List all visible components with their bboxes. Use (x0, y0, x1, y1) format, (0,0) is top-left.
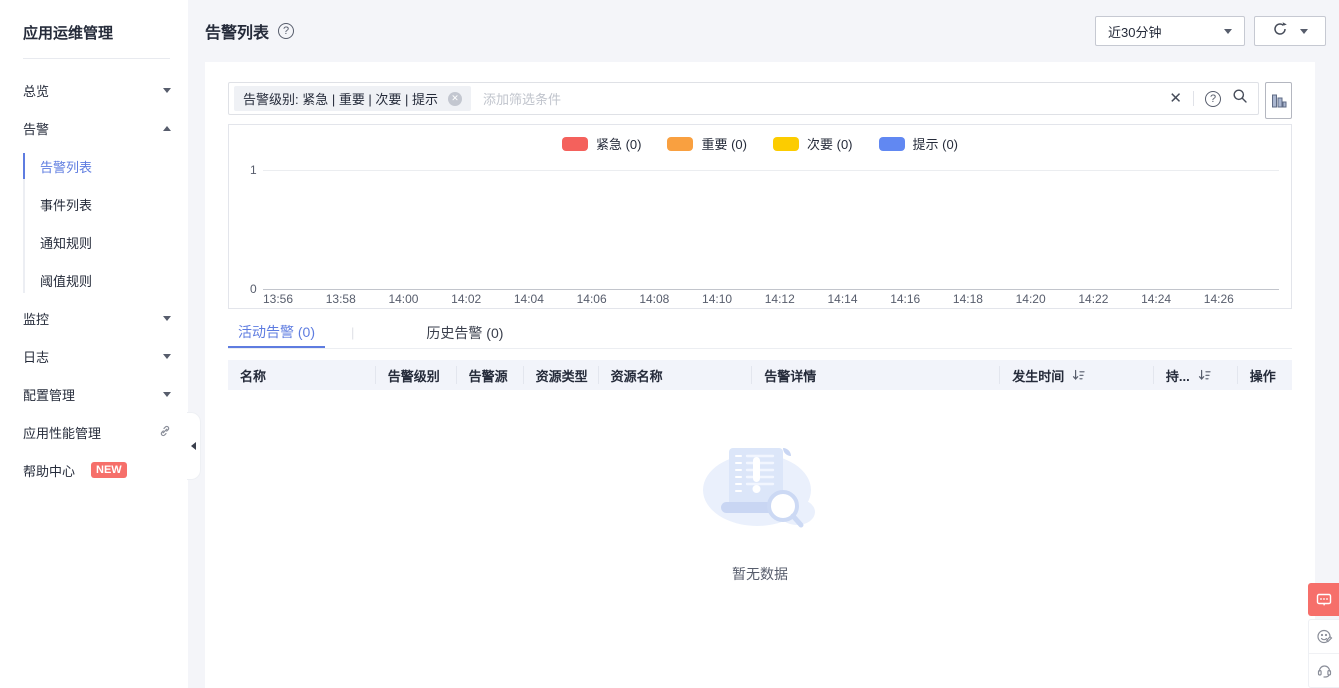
y-axis-tick-0: 0 (250, 282, 257, 296)
empty-state-text: 暂无数据 (732, 564, 788, 584)
main-header: 告警列表 ? 近30分钟 (205, 0, 1326, 62)
chevron-down-icon (163, 88, 171, 93)
legend-item-minor[interactable]: 次要 (0) (773, 134, 853, 153)
survey-button[interactable] (1309, 620, 1339, 653)
clear-filters-icon[interactable]: ✕ (1169, 91, 1182, 106)
alarm-trend-chart: 紧急 (0) 重要 (0) 次要 (0) 提示 (0) 1 0 1 (228, 124, 1292, 309)
sidebar-item-event-list[interactable]: 事件列表 (0, 185, 188, 223)
alarm-tabs: 活动告警 (0) | 历史告警 (0) (228, 317, 1292, 349)
help-question-icon[interactable]: ? (278, 23, 294, 39)
content-card: 告警级别: 紧急 | 重要 | 次要 | 提示 ✕ 添加筛选条件 ✕ ? (205, 62, 1315, 688)
filter-help-icon[interactable]: ? (1205, 91, 1221, 107)
sidebar-title: 应用运维管理 (0, 0, 188, 43)
sidebar-item-monitor[interactable]: 监控 (0, 299, 188, 337)
filter-placeholder: 添加筛选条件 (483, 89, 1157, 108)
sidebar-divider (23, 58, 170, 59)
chat-bubble-icon (1316, 592, 1332, 608)
legend-swatch-info (879, 137, 905, 151)
refresh-options-caret[interactable] (1300, 29, 1308, 34)
no-data-illustration (699, 430, 821, 538)
filter-search-input[interactable]: 告警级别: 紧急 | 重要 | 次要 | 提示 ✕ 添加筛选条件 ✕ ? (228, 82, 1259, 115)
support-button[interactable] (1309, 653, 1339, 687)
chevron-down-icon (163, 392, 171, 397)
app-root: 应用运维管理 总览 告警 告警列表 事件列表 通知规则 阈值规则 (0, 0, 1339, 688)
external-link-icon (159, 425, 171, 440)
sidebar-collapse-handle[interactable] (187, 412, 201, 480)
col-source: 告警源 (457, 360, 524, 390)
page-title: 告警列表 (205, 19, 269, 43)
sidebar-item-threshold-rules[interactable]: 阈值规则 (0, 261, 188, 299)
page-title-wrap: 告警列表 ? (205, 19, 294, 43)
sidebar-item-help[interactable]: 帮助中心 NEW (0, 451, 188, 489)
time-range-value: 近30分钟 (1108, 22, 1161, 41)
headset-icon (1316, 662, 1333, 679)
filter-chip-severity[interactable]: 告警级别: 紧急 | 重要 | 次要 | 提示 ✕ (234, 86, 471, 111)
floating-panel (1308, 619, 1339, 688)
header-controls: 近30分钟 (1095, 16, 1326, 46)
sort-icon[interactable] (1072, 369, 1085, 382)
sort-icon[interactable] (1198, 369, 1211, 382)
legend-swatch-minor (773, 137, 799, 151)
legend-swatch-major (667, 137, 693, 151)
col-details: 告警详情 (752, 360, 1000, 390)
sidebar-item-logs[interactable]: 日志 (0, 337, 188, 375)
feedback-button[interactable] (1308, 583, 1339, 616)
legend-item-major[interactable]: 重要 (0) (667, 134, 747, 153)
tab-separator: | (351, 325, 354, 340)
refresh-icon (1272, 21, 1288, 42)
floating-sidebar (1308, 583, 1339, 688)
smiley-icon (1316, 628, 1333, 645)
y-axis-tick-1: 1 (250, 163, 257, 177)
legend-item-critical[interactable]: 紧急 (0) (562, 134, 642, 153)
tab-active-alarms[interactable]: 活动告警 (0) (228, 317, 325, 348)
refresh-button[interactable] (1254, 16, 1326, 46)
col-severity: 告警级别 (376, 360, 457, 390)
search-icon[interactable] (1232, 88, 1248, 109)
empty-state: 暂无数据 (228, 430, 1292, 584)
legend-item-info[interactable]: 提示 (0) (879, 134, 959, 153)
chevron-down-icon (1224, 29, 1232, 34)
sidebar-item-config[interactable]: 配置管理 (0, 375, 188, 413)
chart-toggle-button[interactable] (1265, 82, 1292, 119)
bar-chart-icon (1271, 93, 1287, 109)
legend-swatch-critical (562, 137, 588, 151)
divider (1193, 91, 1194, 106)
alarm-table-header: 名称 告警级别 告警源 资源类型 资源名称 告警详情 发生时间 持... (228, 360, 1292, 390)
chevron-down-icon (163, 316, 171, 321)
sidebar-item-alarm[interactable]: 告警 (0, 109, 188, 147)
col-resource-name: 资源名称 (599, 360, 753, 390)
col-name: 名称 (228, 360, 376, 390)
sidebar-alarm-submenu: 告警列表 事件列表 通知规则 阈值规则 (0, 147, 188, 299)
sidebar: 应用运维管理 总览 告警 告警列表 事件列表 通知规则 阈值规则 (0, 0, 188, 688)
filter-row: 告警级别: 紧急 | 重要 | 次要 | 提示 ✕ 添加筛选条件 ✕ ? (228, 82, 1292, 119)
col-resource-type: 资源类型 (524, 360, 599, 390)
chevron-up-icon (163, 126, 171, 131)
time-range-select[interactable]: 近30分钟 (1095, 16, 1245, 46)
x-axis-ticks: 13:56 13:58 14:00 14:02 14:04 14:06 14:0… (263, 292, 1234, 306)
sidebar-item-notification-rules[interactable]: 通知规则 (0, 223, 188, 261)
col-occurred-time: 发生时间 (1000, 360, 1154, 390)
collapse-left-icon (191, 442, 196, 450)
chevron-down-icon (163, 354, 171, 359)
sidebar-item-alarm-list[interactable]: 告警列表 (0, 147, 188, 185)
tab-history-alarms[interactable]: 历史告警 (0) (416, 317, 513, 348)
col-actions: 操作 (1238, 360, 1292, 390)
col-duration: 持... (1154, 360, 1238, 390)
filter-input-icons: ✕ ? (1169, 88, 1248, 109)
new-badge: NEW (91, 462, 127, 478)
chart-plot-area (263, 170, 1279, 290)
chart-legend: 紧急 (0) 重要 (0) 次要 (0) 提示 (0) (229, 125, 1291, 153)
sidebar-item-apm[interactable]: 应用性能管理 (0, 413, 188, 451)
chip-remove-icon[interactable]: ✕ (448, 92, 462, 106)
sidebar-item-overview[interactable]: 总览 (0, 71, 188, 109)
